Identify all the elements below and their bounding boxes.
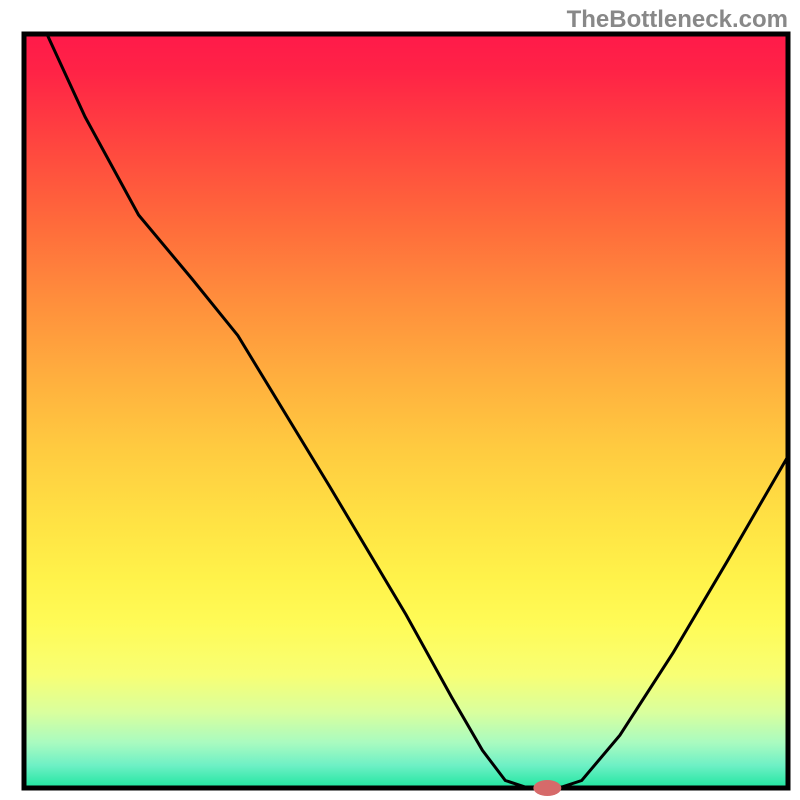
bottleneck-chart <box>0 0 800 800</box>
plot-background <box>24 34 788 788</box>
optimal-marker <box>533 780 561 796</box>
chart-container: TheBottleneck.com <box>0 0 800 800</box>
watermark-text: TheBottleneck.com <box>567 6 788 34</box>
